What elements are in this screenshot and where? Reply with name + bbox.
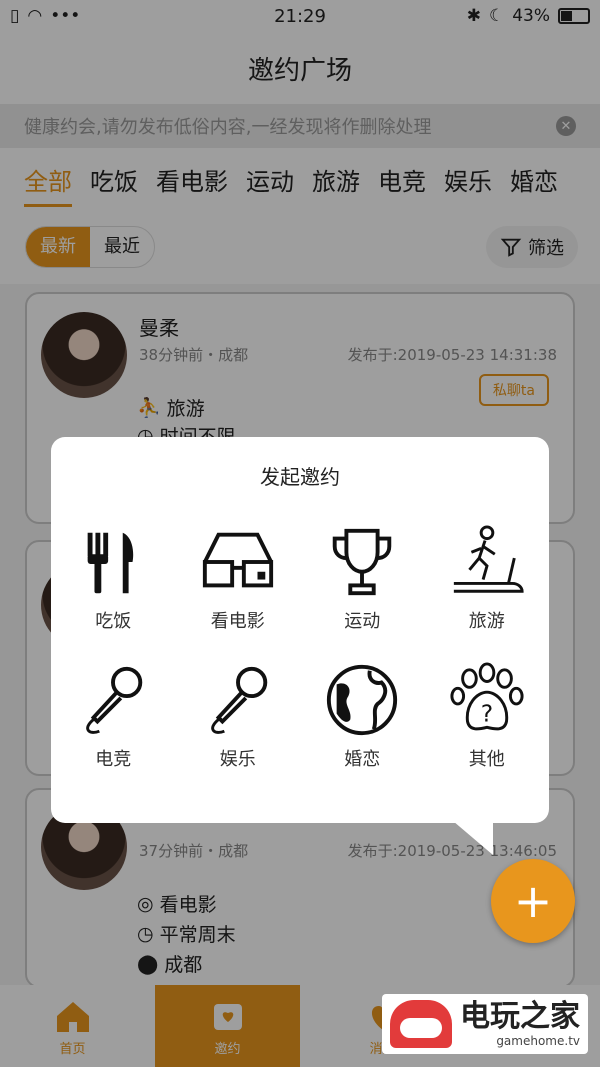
popup-title: 发起邀约	[260, 465, 340, 489]
paw-question-icon: ?	[450, 662, 524, 731]
invite-type-dating[interactable]: 婚恋	[300, 661, 425, 771]
globe-icon	[327, 664, 398, 736]
watermark-title: 电玩之家	[460, 999, 580, 1034]
utensils-icon	[87, 532, 134, 594]
invite-type-esports[interactable]: 电竞	[51, 661, 176, 771]
glasses-icon	[202, 532, 273, 588]
watermark-url: gamehome.tv	[496, 1034, 580, 1048]
trophy-icon	[333, 528, 392, 596]
create-invite-fab[interactable]: +	[491, 859, 575, 943]
invite-type-grid: 吃饭 看电影 运动 旅游 电竞 娱乐 婚恋 ? 其他	[51, 523, 549, 771]
microphone-icon	[210, 666, 267, 734]
create-invite-popup: 发起邀约 吃饭 看电影 运动 旅游 电竞 娱乐 婚恋 ? 其他	[51, 437, 549, 855]
svg-text:?: ?	[481, 699, 493, 727]
microphone-icon	[86, 666, 143, 734]
invite-type-sport[interactable]: 运动	[300, 523, 425, 633]
invite-type-other[interactable]: ? 其他	[425, 661, 550, 771]
invite-type-eat[interactable]: 吃饭	[51, 523, 176, 633]
popup-pointer	[453, 821, 493, 855]
treadmill-icon	[453, 525, 524, 593]
gamehome-logo-icon	[390, 1000, 452, 1048]
invite-type-movie[interactable]: 看电影	[176, 523, 301, 633]
invite-type-travel[interactable]: 旅游	[425, 523, 550, 633]
watermark: 电玩之家 gamehome.tv	[382, 994, 588, 1054]
invite-type-entertainment[interactable]: 娱乐	[176, 661, 301, 771]
